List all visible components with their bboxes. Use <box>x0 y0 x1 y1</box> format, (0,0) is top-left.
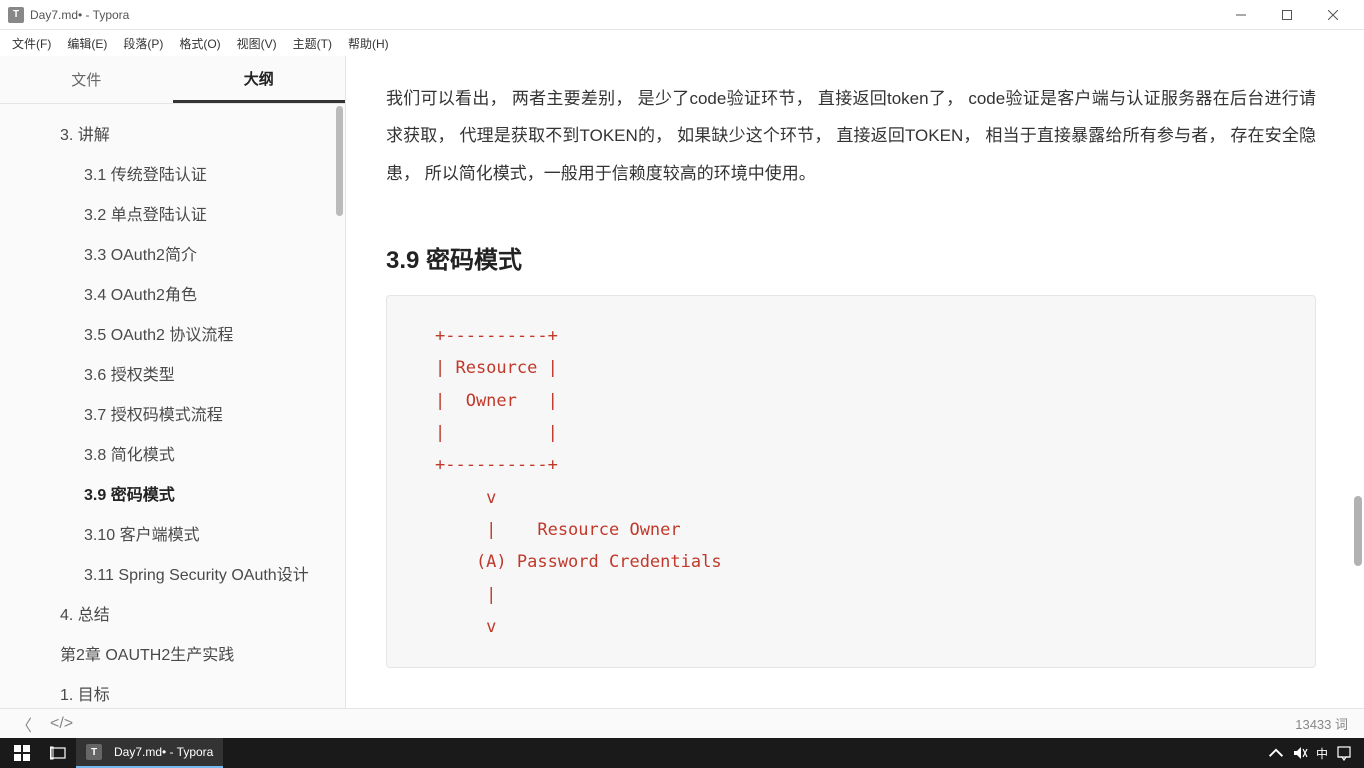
sidebar-scrollbar[interactable] <box>336 106 343 216</box>
window-controls <box>1218 0 1356 30</box>
tray-chevron-icon[interactable] <box>1268 745 1284 761</box>
titlebar-text: Day7.md• - Typora <box>30 8 1218 22</box>
typora-taskbar-icon: T <box>86 744 102 760</box>
windows-icon <box>14 745 30 761</box>
menu-view[interactable]: 视图(V) <box>229 31 285 56</box>
windows-taskbar: T Day7.md• - Typora 中 <box>0 738 1364 768</box>
outline-item[interactable]: 3.1 传统登陆认证 <box>0 156 345 196</box>
task-view-icon <box>50 745 66 761</box>
menu-format[interactable]: 格式(O) <box>171 31 228 56</box>
main-area: 文件 大纲 3. 讲解3.1 传统登陆认证3.2 单点登陆认证3.3 OAuth… <box>0 56 1364 708</box>
minimize-button[interactable] <box>1218 0 1264 30</box>
outline-item[interactable]: 3.3 OAuth2简介 <box>0 236 345 276</box>
outline-item[interactable]: 3.4 OAuth2角色 <box>0 276 345 316</box>
heading-3-9: 3.9 密码模式 <box>386 240 1316 275</box>
app-icon: T <box>8 7 24 23</box>
outline-item[interactable]: 3.8 简化模式 <box>0 436 345 476</box>
maximize-button[interactable] <box>1264 0 1310 30</box>
system-tray: 中 <box>1268 745 1360 762</box>
outline-item[interactable]: 3.2 单点登陆认证 <box>0 196 345 236</box>
outline-item[interactable]: 1. 目标 <box>0 676 345 708</box>
titlebar: T Day7.md• - Typora <box>0 0 1364 30</box>
outline-item[interactable]: 3.9 密码模式 <box>0 476 345 516</box>
menu-paragraph[interactable]: 段落(P) <box>115 31 171 56</box>
sidebar: 文件 大纲 3. 讲解3.1 传统登陆认证3.2 单点登陆认证3.3 OAuth… <box>0 56 346 708</box>
back-button[interactable]: 〈 <box>16 712 32 736</box>
outline-item[interactable]: 第2章 OAUTH2生产实践 <box>0 636 345 676</box>
outline-item[interactable]: 3.11 Spring Security OAuth设计 <box>0 556 345 596</box>
outline-item[interactable]: 3.6 授权类型 <box>0 356 345 396</box>
menu-edit[interactable]: 编辑(E) <box>59 31 115 56</box>
statusbar: 〈 </> 13433 词 <box>0 708 1364 738</box>
body-paragraph: 我们可以看出， 两者主要差别， 是少了code验证环节， 直接返回token了，… <box>386 80 1316 192</box>
word-count[interactable]: 13433 词 <box>1295 714 1348 733</box>
sidebar-tabs: 文件 大纲 <box>0 56 345 104</box>
editor-scrollbar[interactable] <box>1354 496 1362 566</box>
menu-help[interactable]: 帮助(H) <box>340 31 397 56</box>
code-block[interactable]: +----------+ | Resource | | Owner | | | … <box>386 295 1316 668</box>
close-button[interactable] <box>1310 0 1356 30</box>
taskbar-app-label: Day7.md• - Typora <box>114 745 213 759</box>
start-button[interactable] <box>4 738 40 768</box>
volume-icon[interactable] <box>1292 745 1308 761</box>
menu-file[interactable]: 文件(F) <box>4 31 59 56</box>
taskbar-app-typora[interactable]: T Day7.md• - Typora <box>76 738 223 768</box>
editor-pane[interactable]: 我们可以看出， 两者主要差别， 是少了code验证环节， 直接返回token了，… <box>346 56 1364 708</box>
outline-item[interactable]: 3.10 客户端模式 <box>0 516 345 556</box>
tab-outline[interactable]: 大纲 <box>173 56 346 103</box>
outline-item[interactable]: 3.5 OAuth2 协议流程 <box>0 316 345 356</box>
source-mode-button[interactable]: </> <box>50 715 73 733</box>
task-view-button[interactable] <box>40 738 76 768</box>
ime-indicator[interactable]: 中 <box>1316 745 1328 762</box>
notifications-icon[interactable] <box>1336 745 1352 761</box>
outline-list[interactable]: 3. 讲解3.1 传统登陆认证3.2 单点登陆认证3.3 OAuth2简介3.4… <box>0 104 345 708</box>
menu-theme[interactable]: 主题(T) <box>285 31 340 56</box>
outline-item[interactable]: 3. 讲解 <box>0 116 345 156</box>
tab-file[interactable]: 文件 <box>0 56 173 103</box>
menubar: 文件(F) 编辑(E) 段落(P) 格式(O) 视图(V) 主题(T) 帮助(H… <box>0 30 1364 56</box>
outline-item[interactable]: 4. 总结 <box>0 596 345 636</box>
outline-item[interactable]: 3.7 授权码模式流程 <box>0 396 345 436</box>
